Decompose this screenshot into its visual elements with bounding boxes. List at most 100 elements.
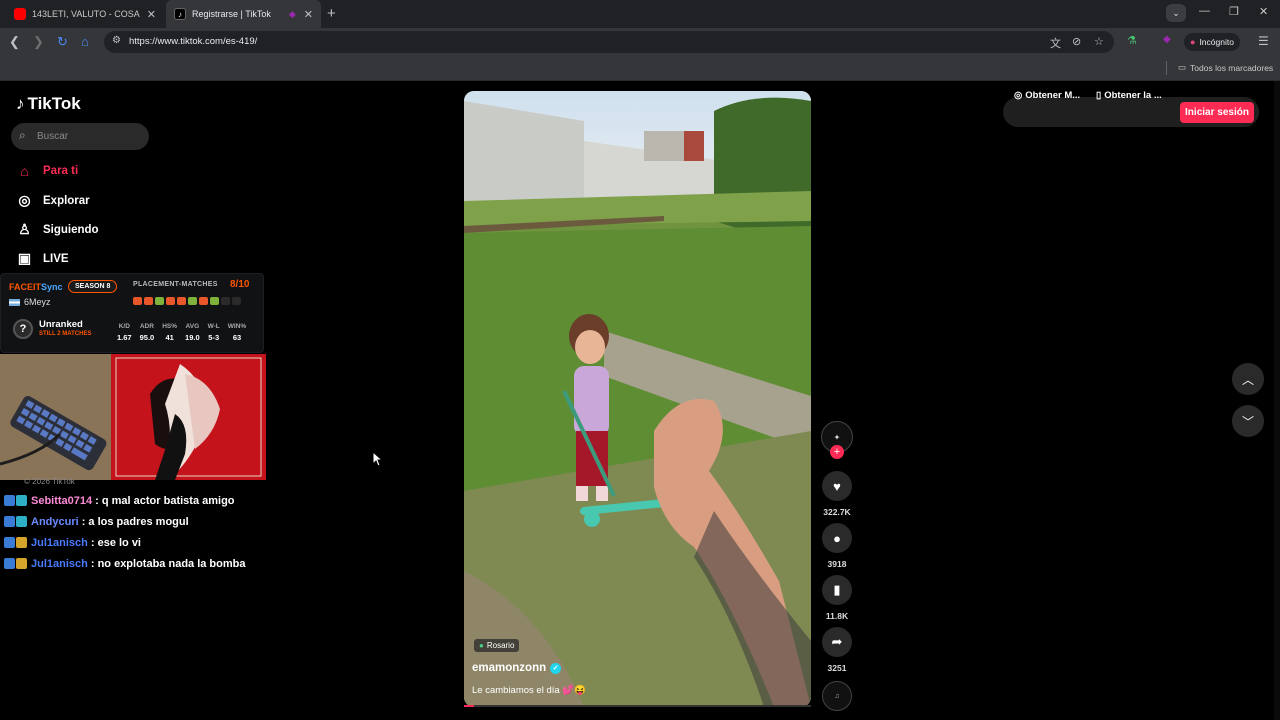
location-tag[interactable]: ● Rosario xyxy=(474,639,520,652)
nav-item-siguiendo[interactable]: ♙ Siguiendo xyxy=(16,221,99,238)
badge-icon xyxy=(4,558,15,569)
chat-username: Jul1anisch xyxy=(31,536,88,549)
match-result-win xyxy=(144,297,153,305)
chat-badges xyxy=(4,558,27,569)
author-name[interactable]: emamonzonn xyxy=(472,662,546,674)
bookmark-icon: ▮ xyxy=(833,582,841,597)
window-close-icon[interactable]: ✕ xyxy=(1259,5,1268,18)
season-badge: SEASON 8 xyxy=(68,280,118,293)
tiktok-note-icon: ♪ xyxy=(16,94,25,113)
save-button[interactable]: ▮ xyxy=(822,575,852,605)
forward-icon[interactable]: ❯ xyxy=(33,34,44,50)
faceit-brand: FACEITSync xyxy=(9,282,63,292)
back-icon[interactable]: ❮ xyxy=(9,34,20,50)
chevron-down-icon: ﹀ xyxy=(1241,414,1254,429)
site-info-icon[interactable]: ⚙ xyxy=(112,35,121,46)
login-button[interactable]: Iniciar sesión xyxy=(1180,102,1254,123)
translate-icon[interactable]: 文 xyxy=(1050,35,1061,51)
live-icon: ▣ xyxy=(17,250,32,266)
new-tab-icon[interactable]: + xyxy=(327,5,336,22)
webcam-image xyxy=(0,354,266,480)
tab-search-icon[interactable]: ⌄ xyxy=(1166,4,1186,22)
match-result-win xyxy=(133,297,142,305)
tiktok-logo[interactable]: ♪ TikTok xyxy=(16,94,81,114)
minimize-icon[interactable]: — xyxy=(1199,5,1210,17)
get-app-link[interactable]: ▯ Obtener la ... xyxy=(1096,90,1162,101)
reload-icon[interactable]: ↻ xyxy=(57,34,68,50)
phone-icon: ▯ xyxy=(1096,90,1102,101)
video-progress[interactable] xyxy=(464,705,811,707)
follow-plus-icon[interactable]: + xyxy=(830,445,844,459)
close-tab-icon[interactable]: ✕ xyxy=(304,8,313,21)
stat-winpct: WIN% 63 xyxy=(227,323,247,342)
video-caption: Le cambiamos el día 💕😝 xyxy=(472,685,586,696)
match-result-empty xyxy=(232,297,241,305)
badge-icon xyxy=(16,516,27,527)
nav-label: Explorar xyxy=(43,194,90,207)
page-scrollbar[interactable] xyxy=(1274,81,1280,720)
stat-wl: W-L 5-3 xyxy=(207,323,220,342)
save-count: 11.8K xyxy=(825,611,849,621)
stat-hs: HS% 41 xyxy=(162,323,178,342)
nav-label: Siguiendo xyxy=(43,223,99,236)
match-result-win xyxy=(199,297,208,305)
all-bookmarks-button[interactable]: ▭ Todos los marcadores xyxy=(1178,62,1273,73)
search-input[interactable]: ⌕ Buscar xyxy=(11,123,149,150)
incognito-badge[interactable]: ● Incógnito xyxy=(1184,33,1240,51)
close-tab-icon[interactable]: ✕ xyxy=(147,8,156,21)
incognito-icon: ● xyxy=(1190,37,1196,47)
browser-menu-icon[interactable]: ☰ xyxy=(1258,34,1269,48)
placement-count: 8/10 xyxy=(230,279,250,290)
nav-item-live[interactable]: ▣ LIVE xyxy=(16,250,69,267)
get-coins-link[interactable]: ◎ Obtener M... xyxy=(1014,90,1080,101)
next-video-button[interactable]: ﹀ xyxy=(1232,405,1264,437)
music-disc-icon[interactable]: ♫ xyxy=(822,681,852,711)
nav-item-para-ti[interactable]: ⌂ Para ti xyxy=(16,163,78,179)
video-player[interactable] xyxy=(464,91,811,707)
search-placeholder: Buscar xyxy=(37,131,69,142)
browser-tab-youtube[interactable]: 143LETI, VALUTO - COSAS QUE ✕ xyxy=(6,3,164,25)
tiktok-favicon-icon: ♪ xyxy=(174,8,186,20)
chat-badges xyxy=(4,516,27,527)
match-result-loss xyxy=(210,297,219,305)
chat-badges xyxy=(4,495,27,506)
tiktok-page: ♪ TikTok ⌕ Buscar ⌂ Para ti ◎ Explorar ♙… xyxy=(0,81,1280,720)
like-button[interactable]: ♥ xyxy=(822,471,852,501)
nav-label: LIVE xyxy=(43,252,69,265)
bookmark-star-icon[interactable]: ☆ xyxy=(1094,35,1104,48)
compass-icon: ◎ xyxy=(18,192,31,208)
match-result-loss xyxy=(155,297,164,305)
share-button[interactable]: ➦ xyxy=(822,627,852,657)
match-result-win xyxy=(166,297,175,305)
get-app-label: Obtener la ... xyxy=(1104,90,1162,101)
browser-tab-tiktok[interactable]: ♪ Registrarse | TikTok ◆ ✕ xyxy=(166,0,321,28)
stream-chat: Sebitta0714 : q mal actor batista amigo … xyxy=(4,490,246,574)
location-pin-icon: ● xyxy=(479,641,484,650)
labs-icon[interactable]: ⚗ xyxy=(1127,34,1137,47)
verified-icon: ✓ xyxy=(550,662,562,674)
extension-icon[interactable]: ◆ xyxy=(1163,34,1171,45)
rank-sub: STILL 2 MATCHES xyxy=(39,331,92,337)
argentina-flag-icon xyxy=(9,298,20,306)
prev-video-button[interactable]: ︿ xyxy=(1232,363,1264,395)
youtube-favicon-icon xyxy=(14,8,26,20)
stat-kd: K/D 1.67 xyxy=(117,323,132,342)
address-bar[interactable]: ⚙ https://www.tiktok.com/es-419/ 文 ⊘ ☆ xyxy=(104,31,1114,53)
url-text[interactable]: https://www.tiktok.com/es-419/ xyxy=(129,36,257,47)
stat-avg: AVG 19.0 xyxy=(185,323,200,342)
badge-icon xyxy=(16,558,27,569)
rank-label: Unranked xyxy=(39,319,83,330)
nav-item-explorar[interactable]: ◎ Explorar xyxy=(16,192,90,209)
tracking-blocked-icon[interactable]: ⊘ xyxy=(1072,35,1081,48)
get-coins-label: Obtener M... xyxy=(1025,90,1081,101)
browser-tab-bar: 143LETI, VALUTO - COSAS QUE ✕ ♪ Registra… xyxy=(0,0,1280,28)
restore-icon[interactable]: ❐ xyxy=(1229,5,1239,18)
unranked-icon: ? xyxy=(13,319,33,339)
nav-label: Para ti xyxy=(43,165,79,177)
home-icon[interactable]: ⌂ xyxy=(81,34,89,49)
comment-button[interactable]: ● xyxy=(822,523,852,553)
badge-icon xyxy=(16,495,27,506)
chat-text: : no explotaba nada la bomba xyxy=(90,557,246,570)
home-icon: ⌂ xyxy=(20,163,29,179)
video-author[interactable]: emamonzonn ✓ xyxy=(472,662,562,674)
